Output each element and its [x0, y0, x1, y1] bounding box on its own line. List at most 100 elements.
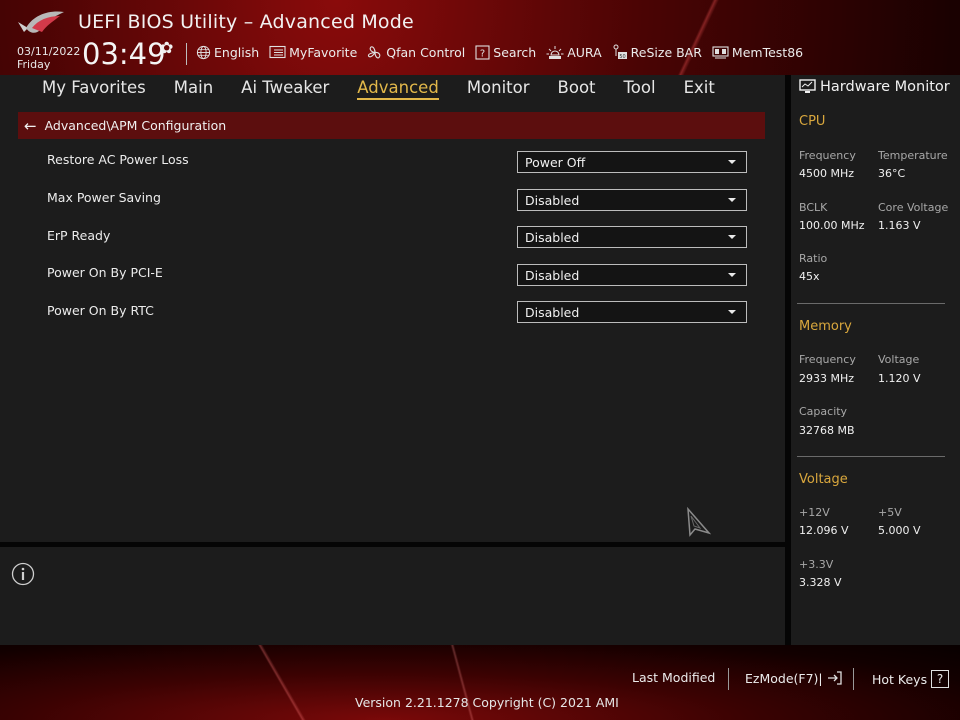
chevron-down-icon [728, 273, 736, 277]
chevron-down-icon [728, 198, 736, 202]
last-modified-label: Last Modified [632, 670, 716, 685]
info-icon [11, 562, 35, 586]
memory-voltage-value: 1.120 V [878, 372, 921, 385]
monitor-icon [799, 79, 816, 93]
cpu-frequency-label: Frequency [799, 149, 856, 162]
ratio-label: Ratio [799, 252, 828, 265]
tab-tool[interactable]: Tool [624, 78, 656, 100]
setting-label-power-on-by-rtc: Power On By RTC [47, 303, 154, 318]
erp-ready-dropdown[interactable]: Disabled [517, 226, 747, 248]
qfan-control-button[interactable]: Qfan Control [367, 45, 465, 60]
core-voltage-label: Core Voltage [878, 201, 949, 214]
globe-icon [196, 45, 211, 59]
breadcrumb-path: Advanced\APM Configuration [44, 118, 227, 133]
svg-text:?: ? [480, 48, 485, 59]
hw-divider [797, 456, 945, 457]
language-button[interactable]: English [196, 45, 259, 60]
main-tabs: My Favorites Main Ai Tweaker Advanced Mo… [42, 78, 743, 100]
memtest86-label: MemTest86 [731, 44, 804, 60]
aura-light-icon [546, 45, 564, 59]
resize-bar-button[interactable]: 50 ReSize BAR [612, 44, 702, 60]
fan-icon [368, 45, 381, 58]
question-box-icon: ? [475, 44, 490, 60]
memory-capacity-value: 32768 MB [799, 424, 855, 437]
memory-voltage-label: Voltage [878, 353, 920, 366]
ezmode-button[interactable]: EzMode(F7)| [745, 670, 843, 686]
search-label: Search [493, 44, 537, 60]
aura-label: AURA [567, 44, 602, 60]
cpu-temperature-value: 36°C [878, 167, 906, 180]
footer-divider [853, 668, 854, 690]
help-info-panel [0, 547, 785, 645]
tab-main[interactable]: Main [174, 78, 213, 100]
chevron-down-icon [728, 160, 736, 164]
memory-frequency-value: 2933 MHz [799, 372, 855, 385]
rog-logo-icon [18, 11, 64, 33]
bclk-value: 100.00 MHz [799, 219, 865, 232]
cpu-section-title: CPU [799, 114, 826, 129]
language-label: English [214, 44, 260, 60]
ezmode-label: EzMode(F7)| [745, 670, 823, 686]
hot-keys-label: Hot Keys [872, 671, 928, 687]
v5-value: 5.000 V [878, 524, 921, 537]
app-title: UEFI BIOS Utility – Advanced Mode [78, 11, 414, 33]
back-arrow-icon[interactable]: ← [24, 117, 37, 135]
gear-icon[interactable]: ✿ [160, 38, 173, 57]
mouse-cursor-icon [687, 507, 711, 537]
myfavorite-button[interactable]: MyFavorite [269, 45, 357, 60]
restore-ac-power-loss-dropdown[interactable]: Power Off [517, 151, 747, 173]
question-box-icon: ? [931, 670, 950, 688]
myfavorite-label: MyFavorite [289, 44, 358, 60]
header-divider [186, 43, 187, 65]
chevron-down-icon [728, 310, 736, 314]
max-power-saving-dropdown[interactable]: Disabled [517, 189, 747, 211]
memory-section-title: Memory [799, 319, 852, 334]
version-text: Version 2.21.1278 Copyright (C) 2021 AMI [355, 695, 619, 710]
tab-my-favorites[interactable]: My Favorites [42, 78, 146, 100]
tab-boot[interactable]: Boot [558, 78, 596, 100]
aura-button[interactable]: AURA [546, 44, 602, 60]
qfan-control-label: Qfan Control [386, 44, 466, 60]
power-on-by-pci-e-dropdown[interactable]: Disabled [517, 264, 747, 286]
hw-divider [797, 303, 945, 304]
resize-bar-label: ReSize BAR [630, 44, 702, 60]
day-text: Friday [17, 58, 51, 71]
cpu-frequency-value: 4500 MHz [799, 167, 855, 180]
footer-divider [728, 668, 729, 690]
svg-text:50: 50 [619, 54, 625, 60]
v12-value: 12.096 V [799, 524, 849, 537]
cpu-temperature-label: Temperature [878, 149, 948, 162]
v12-label: +12V [799, 506, 830, 519]
setting-label-restore-ac-power-loss: Restore AC Power Loss [47, 152, 189, 167]
dropdown-value: Disabled [525, 229, 580, 245]
memory-icon [712, 45, 729, 58]
header-toolbar: English MyFavorite Qfan Control ? Search… [196, 44, 803, 60]
dropdown-value: Disabled [525, 267, 580, 283]
dropdown-value: Disabled [525, 304, 580, 320]
voltage-section-title: Voltage [799, 472, 848, 487]
dropdown-value: Power Off [525, 154, 586, 170]
power-on-by-rtc-dropdown[interactable]: Disabled [517, 301, 747, 323]
ratio-value: 45x [799, 270, 820, 283]
hardware-monitor-title: Hardware Monitor [799, 79, 950, 95]
memory-capacity-label: Capacity [799, 405, 848, 418]
clock-display: 03:49 [82, 37, 166, 71]
setting-label-erp-ready: ErP Ready [47, 228, 111, 243]
date-display: 03/11/2022 Friday [17, 45, 80, 71]
dropdown-value: Disabled [525, 192, 580, 208]
setting-label-max-power-saving: Max Power Saving [47, 190, 161, 205]
hardware-monitor-title-text: Hardware Monitor [820, 79, 950, 95]
tab-exit[interactable]: Exit [684, 78, 715, 100]
hot-keys-button[interactable]: Hot Keys ? [872, 670, 950, 688]
last-modified-button[interactable]: Last Modified [632, 670, 715, 685]
v33-label: +3.3V [799, 558, 834, 571]
tab-monitor[interactable]: Monitor [467, 78, 530, 100]
tab-advanced[interactable]: Advanced [357, 78, 439, 100]
tab-ai-tweaker[interactable]: Ai Tweaker [241, 78, 329, 100]
bclk-label: BCLK [799, 201, 828, 214]
resize-bar-icon: 50 [613, 44, 627, 60]
v33-value: 3.328 V [799, 576, 842, 589]
memtest86-button[interactable]: MemTest86 [712, 45, 803, 60]
search-button[interactable]: ? Search [475, 45, 536, 60]
setting-label-power-on-by-pci-e: Power On By PCI-E [47, 265, 163, 280]
